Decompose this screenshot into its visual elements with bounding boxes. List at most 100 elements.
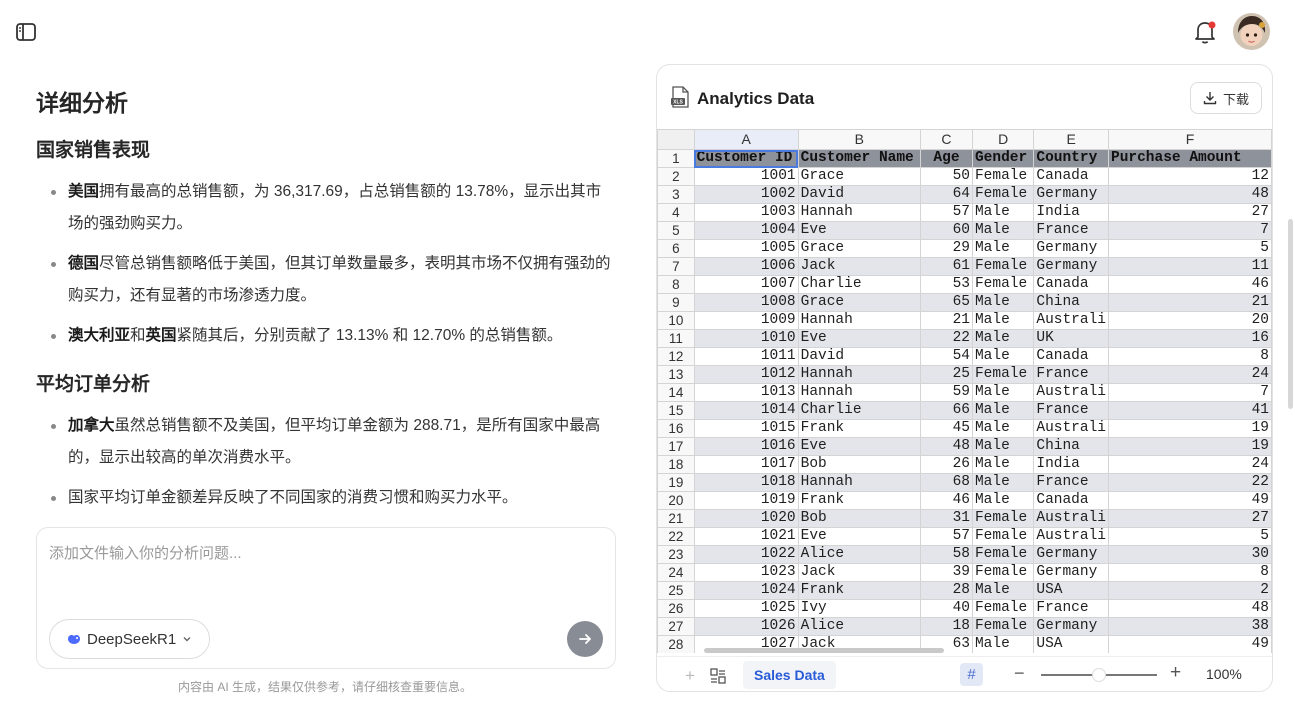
- table-cell[interactable]: 22: [1108, 473, 1272, 492]
- table-cell[interactable]: 64: [919, 185, 973, 204]
- table-cell[interactable]: 48: [1108, 185, 1272, 204]
- row-number[interactable]: 13: [657, 365, 695, 384]
- row-number[interactable]: 4: [657, 203, 695, 222]
- row-number[interactable]: 19: [657, 473, 695, 492]
- row-number[interactable]: 16: [657, 419, 695, 438]
- table-cell[interactable]: Eve: [797, 329, 921, 348]
- table-cell[interactable]: Customer Name: [797, 149, 921, 168]
- row-number[interactable]: 8: [657, 275, 695, 294]
- table-cell[interactable]: Bob: [797, 455, 921, 474]
- table-cell[interactable]: 66: [919, 401, 973, 420]
- table-cell[interactable]: 40: [919, 599, 973, 618]
- table-cell[interactable]: Australi: [1033, 311, 1109, 330]
- row-number[interactable]: 17: [657, 437, 695, 456]
- table-cell[interactable]: China: [1033, 437, 1109, 456]
- table-cell[interactable]: USA: [1033, 635, 1109, 653]
- table-cell[interactable]: Male: [971, 635, 1035, 653]
- table-cell[interactable]: 1011: [693, 347, 799, 366]
- sidebar-toggle-icon[interactable]: [15, 21, 37, 43]
- table-cell[interactable]: 41: [1108, 401, 1272, 420]
- table-cell[interactable]: 1003: [693, 203, 799, 222]
- bell-icon[interactable]: [1192, 18, 1218, 46]
- table-cell[interactable]: 19: [1108, 419, 1272, 438]
- row-number[interactable]: 25: [657, 581, 695, 600]
- avatar[interactable]: [1233, 13, 1270, 50]
- table-cell[interactable]: 8: [1108, 347, 1272, 366]
- table-cell[interactable]: Male: [971, 383, 1035, 402]
- table-cell[interactable]: Alice: [797, 617, 921, 636]
- table-cell[interactable]: Frank: [797, 581, 921, 600]
- table-cell[interactable]: Germany: [1033, 257, 1109, 276]
- table-cell[interactable]: Male: [971, 293, 1035, 312]
- table-cell[interactable]: China: [1033, 293, 1109, 312]
- table-cell[interactable]: Germany: [1033, 239, 1109, 258]
- horizontal-scrollbar[interactable]: [704, 648, 944, 653]
- gridlines-toggle-icon[interactable]: #: [960, 663, 983, 686]
- table-cell[interactable]: Hannah: [797, 383, 921, 402]
- table-cell[interactable]: Gender: [971, 149, 1035, 168]
- table-cell[interactable]: 38: [1108, 617, 1272, 636]
- table-cell[interactable]: 46: [919, 491, 973, 510]
- row-number[interactable]: 2: [657, 167, 695, 186]
- table-cell[interactable]: 22: [919, 329, 973, 348]
- table-cell[interactable]: 53: [919, 275, 973, 294]
- table-cell[interactable]: 5: [1108, 239, 1272, 258]
- row-number[interactable]: 5: [657, 221, 695, 240]
- row-number[interactable]: 9: [657, 293, 695, 312]
- table-cell[interactable]: 46: [1108, 275, 1272, 294]
- table-cell[interactable]: Australi: [1033, 419, 1109, 438]
- table-cell[interactable]: India: [1033, 203, 1109, 222]
- table-cell[interactable]: 12: [1108, 167, 1272, 186]
- table-cell[interactable]: Male: [971, 329, 1035, 348]
- table-cell[interactable]: 1018: [693, 473, 799, 492]
- question-input-placeholder[interactable]: 添加文件输入你的分析问题...: [49, 542, 242, 563]
- table-cell[interactable]: Bob: [797, 509, 921, 528]
- table-cell[interactable]: Grace: [797, 239, 921, 258]
- table-cell[interactable]: USA: [1033, 581, 1109, 600]
- table-cell[interactable]: France: [1033, 599, 1109, 618]
- table-cell[interactable]: Male: [971, 347, 1035, 366]
- table-cell[interactable]: 1004: [693, 221, 799, 240]
- table-cell[interactable]: 68: [919, 473, 973, 492]
- table-cell[interactable]: 61: [919, 257, 973, 276]
- row-number[interactable]: 7: [657, 257, 695, 276]
- table-cell[interactable]: 25: [919, 365, 973, 384]
- table-cell[interactable]: David: [797, 185, 921, 204]
- row-number[interactable]: 6: [657, 239, 695, 258]
- table-cell[interactable]: 1019: [693, 491, 799, 510]
- table-cell[interactable]: 57: [919, 527, 973, 546]
- row-number[interactable]: 3: [657, 185, 695, 204]
- row-number[interactable]: 24: [657, 563, 695, 582]
- table-cell[interactable]: 31: [919, 509, 973, 528]
- table-cell[interactable]: India: [1033, 455, 1109, 474]
- row-number[interactable]: 28: [657, 635, 695, 653]
- table-cell[interactable]: 49: [1108, 491, 1272, 510]
- table-cell[interactable]: Australi: [1033, 509, 1109, 528]
- table-cell[interactable]: Female: [971, 275, 1035, 294]
- table-cell[interactable]: 11: [1108, 257, 1272, 276]
- table-cell[interactable]: Australi: [1033, 383, 1109, 402]
- row-number[interactable]: 12: [657, 347, 695, 366]
- table-cell[interactable]: Male: [971, 437, 1035, 456]
- table-cell[interactable]: Canada: [1033, 167, 1109, 186]
- column-header[interactable]: B: [797, 129, 921, 150]
- table-cell[interactable]: 49: [1108, 635, 1272, 653]
- table-cell[interactable]: Eve: [797, 437, 921, 456]
- table-cell[interactable]: Eve: [797, 527, 921, 546]
- table-cell[interactable]: 1020: [693, 509, 799, 528]
- row-number[interactable]: 11: [657, 329, 695, 348]
- table-cell[interactable]: Australi: [1033, 527, 1109, 546]
- table-cell[interactable]: 60: [919, 221, 973, 240]
- table-cell[interactable]: Age: [919, 149, 973, 168]
- table-cell[interactable]: 1021: [693, 527, 799, 546]
- table-cell[interactable]: Hannah: [797, 203, 921, 222]
- table-cell[interactable]: Female: [971, 617, 1035, 636]
- table-cell[interactable]: 1015: [693, 419, 799, 438]
- table-cell[interactable]: Male: [971, 473, 1035, 492]
- add-sheet-button[interactable]: +: [685, 666, 695, 686]
- table-cell[interactable]: Eve: [797, 221, 921, 240]
- table-cell[interactable]: 1002: [693, 185, 799, 204]
- table-cell[interactable]: Germany: [1033, 617, 1109, 636]
- table-cell[interactable]: Jack: [797, 257, 921, 276]
- table-cell[interactable]: Grace: [797, 167, 921, 186]
